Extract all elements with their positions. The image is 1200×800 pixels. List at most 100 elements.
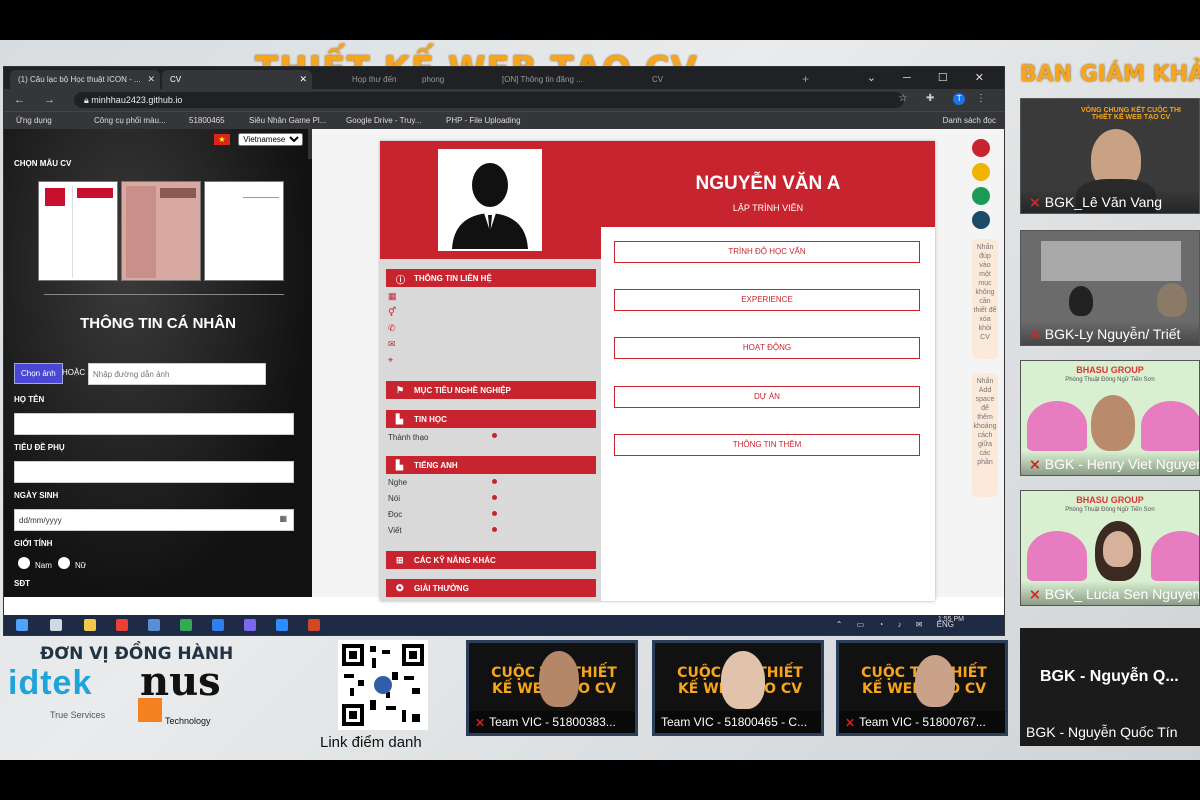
cv-section-other-skills[interactable]: ⊞ CÁC KỸ NĂNG KHÁC — [386, 551, 596, 569]
browser-tab[interactable]: CV — [644, 70, 704, 89]
url-field[interactable]: 🔒︎ minhhau2423.github.io — [74, 92, 904, 108]
section-title: MỤC TIÊU NGHỀ NGHIỆP — [414, 386, 511, 395]
participant-name-text: Team VIC - 51800383... — [489, 715, 616, 729]
tab-title: Họp thư đến — [352, 75, 397, 84]
participant-name: Team VIC - 51800465 - C... — [655, 711, 821, 733]
browser-tab[interactable]: (1) Câu lạc bộ Học thuật ICON - ... ✕ — [10, 70, 160, 89]
browser-tab[interactable]: phong — [414, 70, 474, 89]
bookmark-apps[interactable]: Ứng dụng — [16, 116, 52, 125]
participant-video — [1157, 283, 1187, 317]
video-tile-jury-5[interactable]: BGK - Nguyễn Q... BGK - Nguyễn Quốc Tín — [1020, 628, 1200, 746]
cv-section-career-goal[interactable]: ⚑ MỤC TIÊU NGHỀ NGHIỆP — [386, 381, 596, 399]
nus-logo-mark — [138, 698, 162, 722]
video-tile-jury-3[interactable]: BHASU GROUP Phòng Thuật Đông Ngữ Tiến Sơ… — [1020, 360, 1200, 476]
info-icon: ⓘ — [396, 275, 406, 285]
cv-photo-area — [380, 141, 601, 259]
browser-tab-active[interactable]: CV ✕ — [162, 70, 312, 89]
meeting-stage: THIẾT KẾ WEB TẠO CV BAN GIÁM KHẢO (1) Câ… — [0, 40, 1200, 760]
template-thumb-2[interactable] — [121, 181, 201, 281]
clock[interactable]: 1:55 PM — [938, 616, 964, 623]
new-tab-icon[interactable]: + — [794, 70, 814, 89]
section-title: TIẾNG ANH — [414, 461, 458, 470]
bookmarks-bar: Ứng dụng Công cụ phối màu... 51800465 Si… — [4, 111, 1004, 129]
cv-section-more-info[interactable]: THÔNG TIN THÊM — [614, 434, 920, 456]
calendar-icon[interactable]: ▦ — [279, 514, 287, 523]
cv-preview-area: ⓘ THÔNG TIN LIÊN HỆ ▦ ⚥ ✆ ✉ ⌖ ⚑ MỤC TIÊU N… — [312, 129, 1004, 601]
cv-section-awards[interactable]: ✪ GIẢI THƯỞNG — [386, 579, 596, 597]
theme-color-red[interactable] — [972, 139, 990, 157]
language-picker: ★ Vietnamese — [214, 133, 304, 146]
participant-display-name: BGK - Nguyễn Q... — [1040, 668, 1179, 685]
cv-section-contact[interactable]: ⓘ THÔNG TIN LIÊN HỆ — [386, 269, 596, 287]
browser-tab[interactable]: Họp thư đến — [344, 70, 414, 89]
video-tile-jury-2[interactable]: ⨯ BGK-Ly Nguyễn/ Triết — [1020, 230, 1200, 346]
dob-input[interactable]: dd/mm/yyyy ▦ — [14, 509, 294, 531]
template-thumb-3[interactable] — [204, 181, 284, 281]
lotus-image — [1027, 401, 1087, 451]
cv-role[interactable]: LẬP TRÌNH VIÊN — [601, 203, 935, 213]
profile-avatar[interactable]: T — [953, 93, 966, 105]
window-controls[interactable]: ⌄ ─ ☐ ✕ — [867, 71, 996, 84]
extensions-icons[interactable]: ☆ ✚ T ⋮ — [898, 93, 994, 105]
bookmark[interactable]: 51800465 — [189, 116, 225, 125]
close-icon[interactable]: ✕ — [147, 74, 155, 85]
participant-video — [1091, 395, 1135, 451]
reading-list[interactable]: Danh sách đọc — [943, 116, 996, 125]
template-thumb-1[interactable] — [38, 181, 118, 281]
choose-image-button[interactable]: Chọn ảnh — [14, 363, 63, 384]
sitemap-icon: ⊞ — [396, 555, 404, 565]
theme-color-yellow[interactable] — [972, 163, 990, 181]
hint-add-space: Nhấn Add space để thêm khoảng cách giữa … — [972, 373, 998, 497]
tab-title: CV — [652, 75, 664, 84]
browser-tab[interactable]: [ON] Thông tin đăng ... — [494, 70, 614, 89]
editor-sidebar: ★ Vietnamese CHỌN MẪU CV THÔNG TIN CÁ NH… — [4, 129, 312, 597]
lotus-image — [1151, 531, 1199, 581]
video-tile-team-1[interactable]: CUỘC THI THIẾT KẾ WEB TẠO CV ⨯Team VIC -… — [466, 640, 638, 736]
image-url-input[interactable]: Nhập đường dẫn ảnh — [88, 363, 266, 385]
gender-female-radio[interactable] — [58, 557, 70, 569]
flag-icon: ⚑ — [396, 385, 405, 395]
bookmark[interactable]: PHP - File Uploading — [446, 116, 521, 125]
participant-name: ⨯ Team VIC - 51800767... — [839, 711, 1005, 733]
language-select[interactable]: Vietnamese — [238, 133, 304, 146]
cv-section-english[interactable]: ▙ TIẾNG ANH — [386, 456, 596, 474]
mic-muted-icon: ⨯ — [1029, 456, 1041, 472]
bookmark[interactable]: Siêu Nhân Game Pl... — [249, 116, 326, 125]
cv-section-it[interactable]: ▙ TIN HỌC — [386, 410, 596, 428]
mic-muted-icon: ⨯ — [475, 715, 486, 729]
name-input[interactable] — [14, 413, 294, 435]
skill-label: Thành thạo — [388, 433, 429, 442]
theme-color-green[interactable] — [972, 187, 990, 205]
participant-name-text: BGK_Lê Văn Vang — [1044, 194, 1163, 210]
bhasu-subtitle: Phòng Thuật Đông Ngữ Tiến Sơn — [1065, 377, 1155, 383]
gender-male-radio[interactable] — [18, 557, 30, 569]
award-icon: ✪ — [396, 583, 404, 593]
skill-label: Đọc — [388, 510, 403, 519]
url-text: minhhau2423.github.io — [91, 95, 183, 105]
bookmark[interactable]: Google Drive - Truy... — [346, 116, 421, 125]
video-tile-jury-1[interactable]: VÒNG CHUNG KẾT CUỘC THI THIẾT KẾ WEB TẠO… — [1020, 98, 1200, 214]
avatar[interactable] — [438, 149, 542, 251]
bookmark[interactable]: Công cụ phối màu... — [94, 116, 166, 125]
cv-section-experience[interactable]: EXPERIENCE — [614, 289, 920, 311]
dob-placeholder: dd/mm/yyyy — [19, 516, 62, 525]
close-icon[interactable]: ✕ — [299, 74, 307, 85]
bhasu-subtitle: Phòng Thuật Đông Ngữ Tiến Sơn — [1065, 507, 1155, 513]
participant-name: ⨯ BGK - Henry Viet Nguyen — [1021, 451, 1199, 475]
subtitle-input[interactable] — [14, 461, 294, 483]
cv-section-activities[interactable]: HOẠT ĐỘNG — [614, 337, 920, 359]
cv-section-education[interactable]: TRÌNH ĐỘ HỌC VẤN — [614, 241, 920, 263]
section-title: TIN HỌC — [414, 415, 447, 424]
qr-code[interactable] — [338, 640, 428, 730]
browser-tab-bar: (1) Câu lạc bộ Học thuật ICON - ... ✕ CV ✕… — [4, 67, 1004, 89]
shared-screen: (1) Câu lạc bộ Học thuật ICON - ... ✕ CV ✕… — [3, 66, 1005, 636]
cv-name[interactable]: NGUYỄN VĂN A — [601, 173, 935, 195]
mic-muted-icon: ⨯ — [1029, 586, 1041, 602]
video-tile-team-2[interactable]: CUỘC THI THIẾT KẾ WEB TẠO CV Team VIC - … — [652, 640, 824, 736]
cv-section-projects[interactable]: DỰ ÁN — [614, 386, 920, 408]
theme-color-navy[interactable] — [972, 211, 990, 229]
tab-title: (1) Câu lạc bộ Học thuật ICON - ... — [18, 75, 141, 84]
video-tile-jury-4[interactable]: BHASU GROUP Phòng Thuật Đông Ngữ Tiến Sơ… — [1020, 490, 1200, 606]
video-tile-team-3[interactable]: CUỘC THI THIẾT KẾ WEB TẠO CV ⨯Team VIC -… — [836, 640, 1008, 736]
participant-name: ⨯ BGK-Ly Nguyễn/ Triết — [1021, 321, 1199, 345]
